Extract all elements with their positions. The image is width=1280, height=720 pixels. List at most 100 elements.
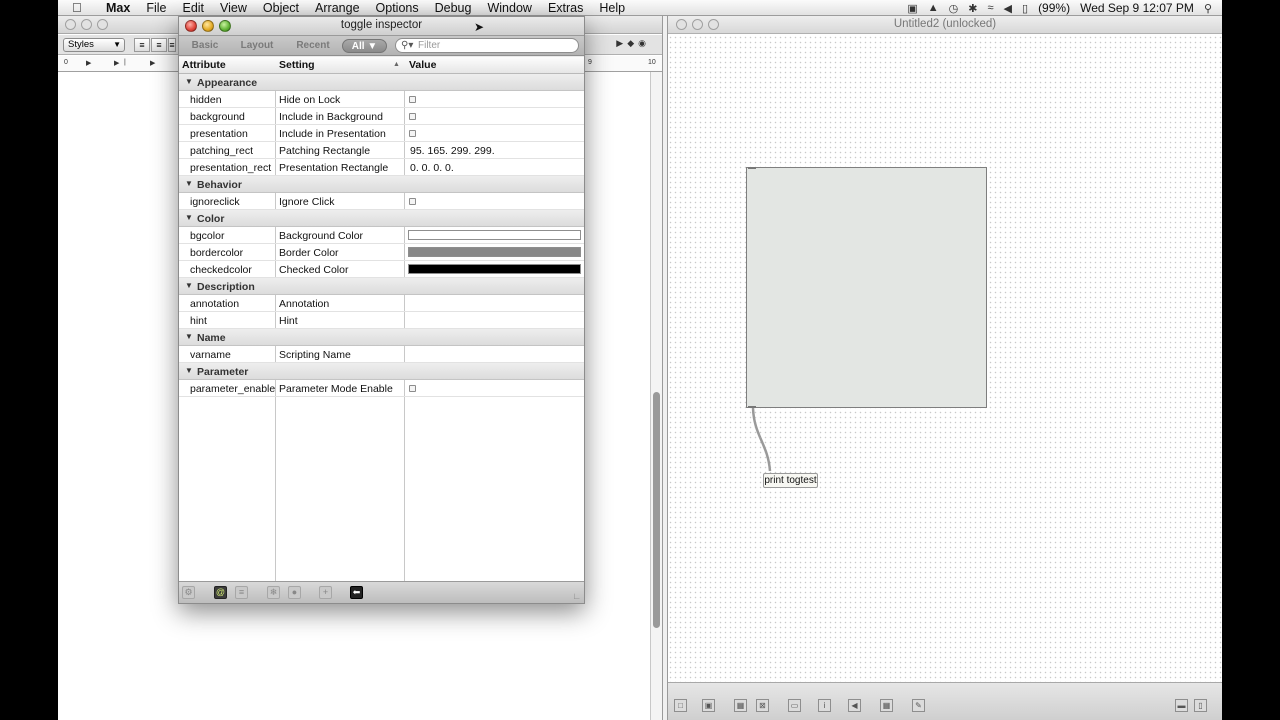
time-machine-icon[interactable]: ◷ xyxy=(949,2,959,15)
menu-options[interactable]: Options xyxy=(376,1,419,15)
grid-button[interactable]: ▦ xyxy=(734,699,747,712)
left-vertical-scrollbar[interactable] xyxy=(650,72,662,720)
color-swatch[interactable] xyxy=(408,230,581,240)
column-setting[interactable]: Setting xyxy=(279,59,315,71)
align-left-button[interactable]: ≡ xyxy=(134,38,150,52)
back-arrow-icon[interactable]: ⬅ xyxy=(350,586,363,599)
patcher-canvas[interactable]: print togtest xyxy=(668,35,1222,682)
spotlight-icon[interactable]: ⚲ xyxy=(1204,2,1212,15)
left-close-button[interactable] xyxy=(65,19,76,30)
playback-controls[interactable]: ▶◆◉ xyxy=(616,38,650,49)
color-swatch[interactable] xyxy=(408,264,581,274)
menu-app[interactable]: Max xyxy=(106,1,130,15)
category-row[interactable]: ▼ Parameter xyxy=(179,363,584,380)
menu-arrange[interactable]: Arrange xyxy=(315,1,359,15)
comment-button[interactable]: ▭ xyxy=(788,699,801,712)
attribute-row[interactable]: varname Scripting Name xyxy=(179,346,584,363)
disclosure-triangle-icon[interactable]: ▼ xyxy=(185,213,193,222)
attribute-row[interactable]: parameter_enable Parameter Mode Enable xyxy=(179,380,584,397)
add-icon[interactable]: + xyxy=(319,586,332,599)
align-center-button[interactable]: ≡ xyxy=(151,38,167,52)
bluetooth-icon[interactable]: ✱ xyxy=(968,2,977,15)
menu-extras[interactable]: Extras xyxy=(548,1,583,15)
apple-icon[interactable]:  xyxy=(72,0,88,15)
menu-object[interactable]: Object xyxy=(263,1,299,15)
volume-icon[interactable]: ◀ xyxy=(1004,2,1012,15)
value-field[interactable]: 95. 165. 299. 299. xyxy=(410,145,495,157)
split-vertical-button[interactable]: ▯ xyxy=(1194,699,1207,712)
menu-view[interactable]: View xyxy=(220,1,247,15)
attribute-row[interactable]: annotation Annotation xyxy=(179,295,584,312)
value-field[interactable]: 0. 0. 0. 0. xyxy=(410,162,454,174)
resize-grip-icon[interactable]: ∟ xyxy=(572,591,581,601)
value-checkbox[interactable] xyxy=(409,385,416,392)
disclosure-triangle-icon[interactable]: ▼ xyxy=(185,179,193,188)
menu-debug[interactable]: Debug xyxy=(435,1,472,15)
eject-icon[interactable]: ▲ xyxy=(928,2,939,14)
align-right-button[interactable]: ≡ xyxy=(168,38,176,52)
attribute-row[interactable]: presentation Include in Presentation xyxy=(179,125,584,142)
value-checkbox[interactable] xyxy=(409,113,416,120)
menu-window[interactable]: Window xyxy=(487,1,531,15)
value-checkbox[interactable] xyxy=(409,130,416,137)
filter-input[interactable]: ⚲▾ Filter xyxy=(395,38,579,53)
snowflake-icon[interactable]: ❄ xyxy=(267,586,280,599)
inspector-button[interactable]: ◀ xyxy=(848,699,861,712)
scrollbar-thumb[interactable] xyxy=(653,392,660,628)
toggle-object[interactable] xyxy=(746,167,987,408)
new-object-button[interactable]: ⊠ xyxy=(756,699,769,712)
split-horizontal-button[interactable]: ▬ xyxy=(1175,699,1188,712)
right-window-titlebar[interactable]: Untitled2 (unlocked) xyxy=(668,16,1222,34)
tab-layout[interactable]: Layout xyxy=(237,39,277,53)
left-zoom-button[interactable] xyxy=(97,19,108,30)
menu-edit[interactable]: Edit xyxy=(182,1,204,15)
inspector-titlebar[interactable]: toggle inspector xyxy=(179,17,584,36)
category-row[interactable]: ▼ Color xyxy=(179,210,584,227)
attribute-row[interactable]: ignoreclick Ignore Click xyxy=(179,193,584,210)
disclosure-triangle-icon[interactable]: ▼ xyxy=(185,366,193,375)
toggle-inlet[interactable] xyxy=(748,167,756,169)
screen-icon[interactable]: ▣ xyxy=(907,2,917,15)
print-object[interactable]: print togtest xyxy=(763,473,818,488)
toggle-outlet[interactable] xyxy=(748,406,756,408)
disclosure-triangle-icon[interactable]: ▼ xyxy=(185,281,193,290)
color-swatch[interactable] xyxy=(408,247,581,257)
presentation-button[interactable]: ▣ xyxy=(702,699,715,712)
menu-help[interactable]: Help xyxy=(599,1,625,15)
at-icon[interactable]: @ xyxy=(214,586,227,599)
edit-button[interactable]: ✎ xyxy=(912,699,925,712)
lock-button[interactable]: □ xyxy=(674,699,687,712)
attribute-row[interactable]: background Include in Background xyxy=(179,108,584,125)
disclosure-triangle-icon[interactable]: ▼ xyxy=(185,332,193,341)
info-icon[interactable]: i xyxy=(818,699,831,712)
list-icon[interactable]: ≡ xyxy=(235,586,248,599)
attribute-row[interactable]: hint Hint xyxy=(179,312,584,329)
disclosure-triangle-icon[interactable]: ▼ xyxy=(185,77,193,86)
category-row[interactable]: ▼ Appearance xyxy=(179,74,584,91)
circle-icon[interactable]: ● xyxy=(288,586,301,599)
styles-dropdown[interactable]: Styles ▼ xyxy=(63,38,125,52)
category-row[interactable]: ▼ Description xyxy=(179,278,584,295)
battery-icon[interactable]: ▯ xyxy=(1022,2,1028,15)
grid-snap-button[interactable]: ▦ xyxy=(880,699,893,712)
menu-clock[interactable]: Wed Sep 9 12:07 PM xyxy=(1080,1,1194,15)
category-row[interactable]: ▼ Name xyxy=(179,329,584,346)
attribute-row[interactable]: patching_rect Patching Rectangle 95. 165. … xyxy=(179,142,584,159)
tab-recent[interactable]: Recent xyxy=(293,39,333,53)
attribute-row[interactable]: presentation_rect Presentation Rectangle 0… xyxy=(179,159,584,176)
value-checkbox[interactable] xyxy=(409,198,416,205)
menu-file[interactable]: File xyxy=(146,1,166,15)
attribute-row[interactable]: bgcolor Background Color xyxy=(179,227,584,244)
left-minimize-button[interactable] xyxy=(81,19,92,30)
attribute-row[interactable]: checkedcolor Checked Color xyxy=(179,261,584,278)
column-attribute[interactable]: Attribute xyxy=(182,59,226,71)
gear-icon[interactable]: ⚙ xyxy=(182,586,195,599)
tab-basic[interactable]: Basic xyxy=(187,39,223,53)
attribute-row[interactable]: bordercolor Border Color xyxy=(179,244,584,261)
value-checkbox[interactable] xyxy=(409,96,416,103)
attribute-row[interactable]: hidden Hide on Lock xyxy=(179,91,584,108)
column-value[interactable]: Value xyxy=(409,59,436,71)
tab-all[interactable]: All ▼ xyxy=(342,39,387,53)
category-row[interactable]: ▼ Behavior xyxy=(179,176,584,193)
wifi-icon[interactable]: ≈ xyxy=(987,2,993,14)
